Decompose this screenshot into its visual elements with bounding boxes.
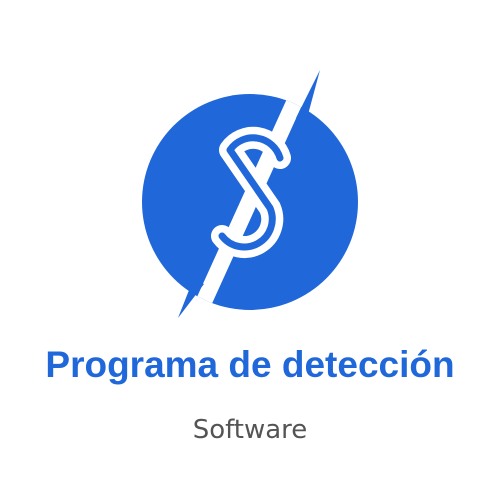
s-lightning-circle-icon	[142, 70, 358, 318]
logo-page: Programa de detección Software	[0, 0, 500, 500]
brand-title: Programa de detección	[45, 344, 455, 385]
brand-tagline: Software	[192, 415, 308, 445]
logo-spike-top	[296, 70, 320, 122]
